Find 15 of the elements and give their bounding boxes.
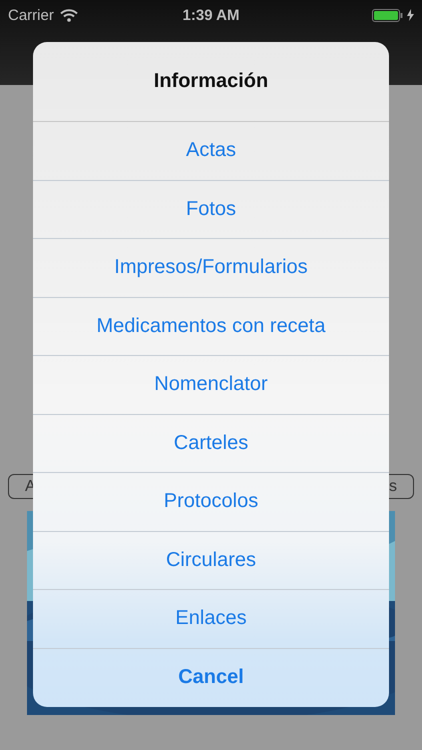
cancel-button[interactable]: Cancel xyxy=(33,648,389,707)
carrier-label: Carrier xyxy=(8,6,54,24)
action-button[interactable]: Nomenclator xyxy=(33,356,389,414)
status-time: 1:39 AM xyxy=(182,6,240,24)
battery-icon xyxy=(372,8,404,22)
action-button[interactable]: Carteles xyxy=(33,414,389,473)
action-button[interactable]: Medicamentos con receta xyxy=(33,298,389,356)
wifi-icon xyxy=(60,8,78,22)
action-button[interactable]: Circulares xyxy=(33,532,389,590)
action-button[interactable]: Actas xyxy=(33,122,389,180)
action-button[interactable]: Protocolos xyxy=(33,473,389,532)
action-button[interactable]: Fotos xyxy=(33,180,389,239)
sheet-title: Información xyxy=(33,42,389,122)
action-button[interactable]: Impresos/Formularios xyxy=(33,239,389,298)
action-button[interactable]: Enlaces xyxy=(33,590,389,648)
